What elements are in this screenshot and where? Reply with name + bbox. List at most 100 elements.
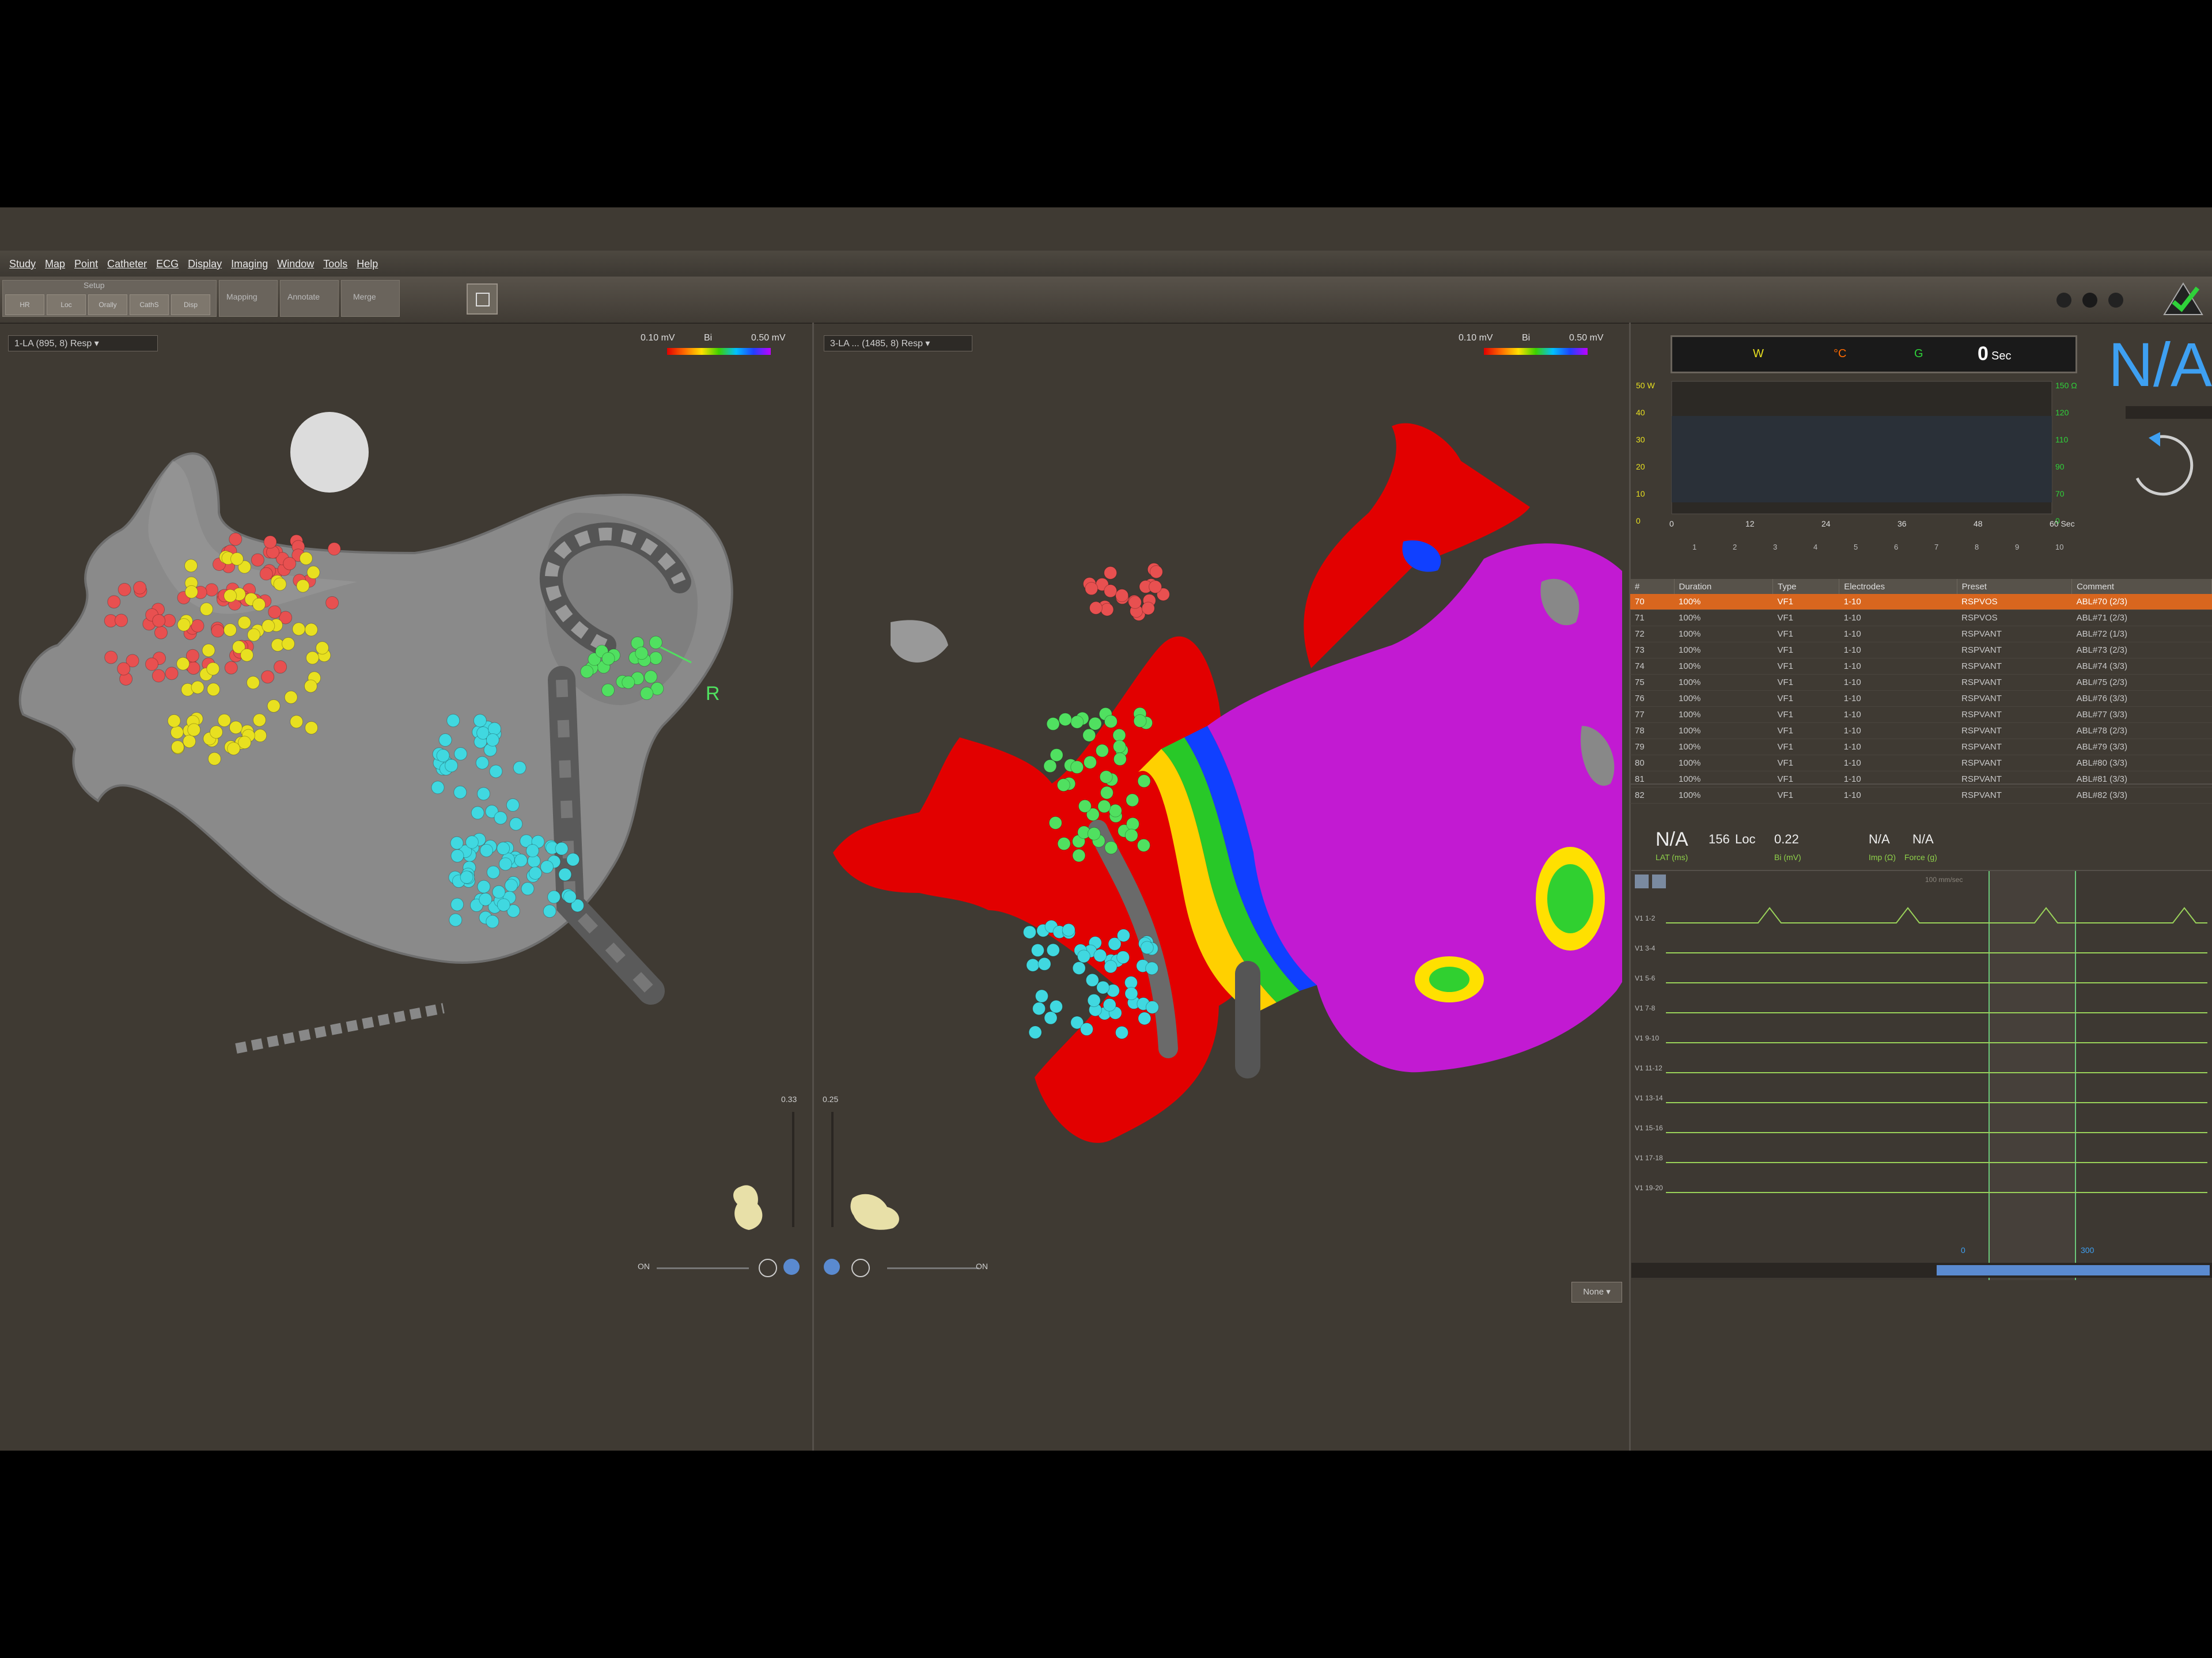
ablation-tag[interactable] bbox=[1085, 582, 1099, 596]
ablation-tag[interactable] bbox=[486, 865, 500, 879]
ablation-tag[interactable] bbox=[1050, 748, 1063, 762]
ablation-tag[interactable] bbox=[1124, 828, 1138, 842]
ablation-tag[interactable] bbox=[1088, 717, 1102, 730]
ablation-tag[interactable] bbox=[1057, 837, 1071, 851]
ablation-tag[interactable] bbox=[1140, 941, 1154, 955]
ablation-tag[interactable] bbox=[563, 890, 577, 904]
ablation-tag[interactable] bbox=[152, 614, 166, 628]
ablation-tag[interactable] bbox=[465, 835, 479, 849]
ablation-tag[interactable] bbox=[217, 713, 231, 727]
ablation-tag[interactable] bbox=[292, 622, 306, 636]
ablation-tag[interactable] bbox=[207, 683, 221, 696]
ablation-tag[interactable] bbox=[1145, 962, 1159, 975]
toolbar-button-disp[interactable]: Disp bbox=[171, 294, 210, 315]
ablation-tag[interactable] bbox=[247, 628, 261, 642]
ablation-tag[interactable] bbox=[306, 566, 320, 580]
ablation-tag[interactable] bbox=[202, 643, 215, 657]
ablation-tag[interactable] bbox=[1083, 755, 1097, 769]
ablation-tag[interactable] bbox=[304, 679, 317, 693]
ablation-tag[interactable] bbox=[1085, 973, 1099, 987]
menu-help[interactable]: Help bbox=[357, 251, 378, 277]
ablation-tag[interactable] bbox=[1116, 929, 1130, 942]
ablation-tag[interactable] bbox=[1104, 960, 1118, 974]
ablation-tag[interactable] bbox=[497, 898, 510, 912]
menu-window[interactable]: Window bbox=[277, 251, 314, 277]
ablation-tag[interactable] bbox=[1056, 778, 1070, 792]
ablation-tag[interactable] bbox=[497, 842, 510, 856]
ablation-tag[interactable] bbox=[1062, 923, 1075, 937]
ablation-tag[interactable] bbox=[1082, 728, 1096, 742]
ablation-tag[interactable] bbox=[1100, 603, 1114, 616]
ablation-tag[interactable] bbox=[498, 857, 512, 871]
table-row[interactable]: 81 100% VF1 1-10 RSPVANT ABL#81 (3/3) bbox=[1630, 771, 2212, 788]
ablation-tag[interactable] bbox=[479, 892, 493, 906]
ablation-tag[interactable] bbox=[1070, 760, 1084, 774]
ablation-tag[interactable] bbox=[1035, 989, 1048, 1003]
ablation-tag[interactable] bbox=[450, 849, 464, 863]
panel-divider-1[interactable] bbox=[812, 323, 814, 1451]
ablation-tag[interactable] bbox=[514, 853, 528, 867]
ablation-tag[interactable] bbox=[487, 722, 501, 736]
table-row[interactable]: 75 100% VF1 1-10 RSPVANT ABL#75 (2/3) bbox=[1630, 674, 2212, 691]
ablation-tag[interactable] bbox=[305, 651, 319, 665]
ablation-tag[interactable] bbox=[284, 690, 298, 704]
ablation-tag[interactable] bbox=[206, 662, 220, 676]
table-row[interactable]: 70 100% VF1 1-10 RSPVOS ABL#70 (2/3) bbox=[1630, 594, 2212, 610]
right-rotate-icon[interactable] bbox=[851, 1259, 870, 1277]
ablation-tag[interactable] bbox=[1100, 786, 1113, 800]
ablation-tag[interactable] bbox=[566, 853, 580, 866]
left-3d-map-view[interactable]: R bbox=[0, 323, 806, 1388]
ablation-tag[interactable] bbox=[1044, 1011, 1058, 1025]
ablation-tag[interactable] bbox=[296, 579, 310, 593]
ablation-tag[interactable] bbox=[1104, 566, 1118, 580]
ablation-tag[interactable] bbox=[273, 577, 287, 591]
ablation-tag[interactable] bbox=[479, 843, 493, 857]
ablation-tag[interactable] bbox=[184, 585, 198, 599]
ablation-tag[interactable] bbox=[521, 882, 535, 896]
ablation-tag[interactable] bbox=[460, 870, 474, 884]
ablation-tag[interactable] bbox=[104, 650, 118, 664]
ablation-tag[interactable] bbox=[1149, 580, 1162, 594]
ablation-tag[interactable] bbox=[230, 552, 244, 566]
ablation-tag[interactable] bbox=[176, 657, 190, 671]
ablation-tag[interactable] bbox=[1031, 944, 1044, 957]
menu-point[interactable]: Point bbox=[74, 251, 98, 277]
ablation-tag[interactable] bbox=[453, 785, 467, 799]
ablation-tag[interactable] bbox=[1137, 838, 1150, 852]
right-vertical-slider[interactable] bbox=[831, 1112, 834, 1227]
ablation-tag[interactable] bbox=[267, 699, 281, 713]
ablation-tag[interactable] bbox=[446, 714, 460, 728]
ablation-tag[interactable] bbox=[1077, 949, 1091, 963]
ablation-tag[interactable] bbox=[268, 605, 282, 619]
ablation-tag[interactable] bbox=[107, 595, 121, 609]
ablation-tag[interactable] bbox=[1080, 1023, 1094, 1036]
ablation-tag[interactable] bbox=[274, 660, 287, 674]
ablation-tag[interactable] bbox=[1046, 943, 1060, 957]
ablation-tag[interactable] bbox=[1128, 595, 1142, 609]
ablation-tag[interactable] bbox=[473, 714, 487, 728]
ablation-tag[interactable] bbox=[1087, 827, 1101, 841]
ablation-tag[interactable] bbox=[117, 662, 131, 676]
left-vertical-slider[interactable] bbox=[792, 1112, 794, 1227]
ablation-tag[interactable] bbox=[547, 890, 561, 904]
ablation-tag[interactable] bbox=[1049, 1000, 1063, 1013]
ablation-tag[interactable] bbox=[525, 844, 539, 858]
ablation-tag[interactable] bbox=[246, 676, 260, 690]
ablation-tag[interactable] bbox=[170, 725, 184, 739]
ablation-tag[interactable] bbox=[1032, 1002, 1046, 1016]
ablation-tag[interactable] bbox=[325, 596, 339, 610]
table-row[interactable]: 80 100% VF1 1-10 RSPVANT ABL#80 (3/3) bbox=[1630, 755, 2212, 771]
ablation-tag[interactable] bbox=[450, 898, 464, 911]
ablation-tag[interactable] bbox=[118, 582, 131, 596]
ablation-tag[interactable] bbox=[1072, 849, 1086, 862]
left-horizontal-slider[interactable] bbox=[657, 1267, 749, 1269]
ablation-tag[interactable] bbox=[224, 661, 238, 675]
table-row[interactable]: 73 100% VF1 1-10 RSPVANT ABL#73 (2/3) bbox=[1630, 642, 2212, 658]
ablation-tag[interactable] bbox=[229, 721, 243, 735]
ablation-tag[interactable] bbox=[1104, 584, 1118, 598]
ablation-tag[interactable] bbox=[1126, 817, 1139, 831]
ablation-tag[interactable] bbox=[1026, 958, 1040, 972]
column-header[interactable]: Type bbox=[1772, 579, 1840, 594]
ablation-tag[interactable] bbox=[1028, 1025, 1042, 1039]
ablation-tag[interactable] bbox=[1070, 715, 1084, 729]
